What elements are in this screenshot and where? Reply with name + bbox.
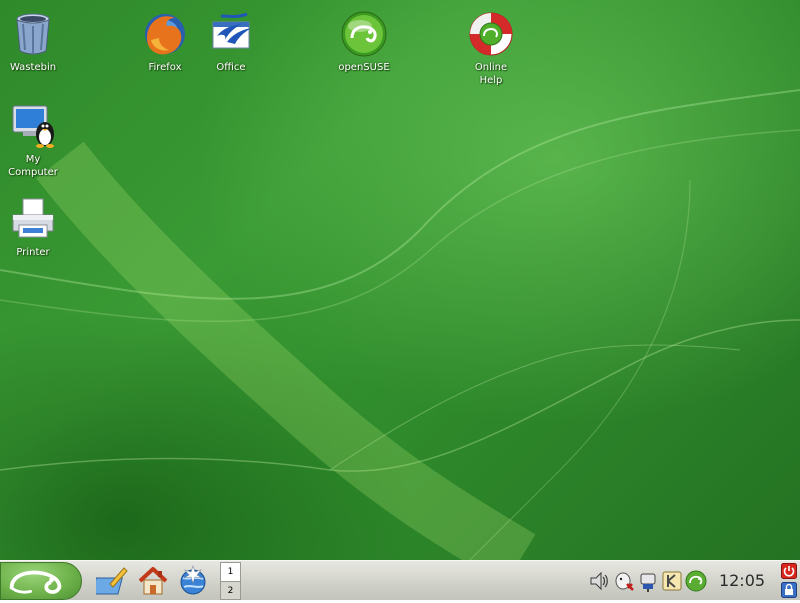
kde-wallet-icon[interactable] bbox=[661, 570, 683, 592]
trash-can-icon bbox=[16, 13, 50, 55]
desktop-icon-label: Office bbox=[216, 62, 246, 73]
printer-icon bbox=[12, 198, 54, 238]
desktop-icon-label: openSUSE bbox=[338, 62, 390, 73]
pager-desktop-2[interactable]: 2 bbox=[221, 582, 240, 600]
home-folder-icon[interactable] bbox=[136, 564, 170, 598]
virtual-desktop-pager: 1 2 bbox=[220, 562, 241, 600]
konqueror-browser-icon[interactable] bbox=[176, 564, 210, 598]
lifebuoy-icon bbox=[469, 12, 513, 56]
pager-desktop-1[interactable]: 1 bbox=[221, 563, 240, 582]
openoffice-icon bbox=[212, 12, 251, 49]
desktop-icon-label: My Computer bbox=[8, 154, 58, 178]
desktop-icon-label: Online Help bbox=[474, 62, 508, 86]
desktop-icon-label: Firefox bbox=[148, 62, 182, 73]
start-menu-button[interactable] bbox=[0, 562, 82, 600]
desktop-icon-opensuse[interactable]: openSUSE bbox=[331, 10, 397, 74]
desktop-icon-printer[interactable]: Printer bbox=[0, 195, 66, 259]
desktop-icon-wastebin[interactable]: Wastebin bbox=[0, 10, 66, 74]
desktop-icon-office[interactable]: Office bbox=[198, 10, 264, 74]
opensuse-gecko-icon bbox=[341, 11, 387, 57]
desktop-icon-label: Printer bbox=[16, 247, 50, 258]
desktop-icon-online-help[interactable]: Online Help bbox=[458, 10, 524, 87]
show-desktop-icon[interactable] bbox=[96, 564, 130, 598]
taskbar-clock[interactable]: 12:05 bbox=[712, 571, 772, 591]
wave-decoration bbox=[0, 89, 800, 560]
taskbar: 1 2 12:05 bbox=[0, 560, 800, 600]
desktop-icon-my-computer[interactable]: My Computer bbox=[0, 102, 66, 179]
klipper-clipboard-icon[interactable] bbox=[613, 570, 635, 592]
desktop-icon-label: Wastebin bbox=[9, 62, 57, 73]
desktop-background[interactable]: Wastebin Firefox Office openSUSE Online … bbox=[0, 0, 800, 560]
firefox-icon bbox=[145, 14, 185, 55]
logout-power-icon[interactable] bbox=[781, 563, 797, 579]
lock-screen-icon[interactable] bbox=[781, 582, 797, 598]
opensuse-gecko-icon bbox=[9, 570, 62, 594]
computer-tux-icon bbox=[12, 105, 54, 148]
network-plug-icon[interactable] bbox=[637, 570, 659, 592]
desktop-icon-firefox[interactable]: Firefox bbox=[132, 10, 198, 74]
software-updater-gecko-icon[interactable] bbox=[685, 570, 707, 592]
volume-speaker-icon[interactable] bbox=[588, 570, 610, 592]
